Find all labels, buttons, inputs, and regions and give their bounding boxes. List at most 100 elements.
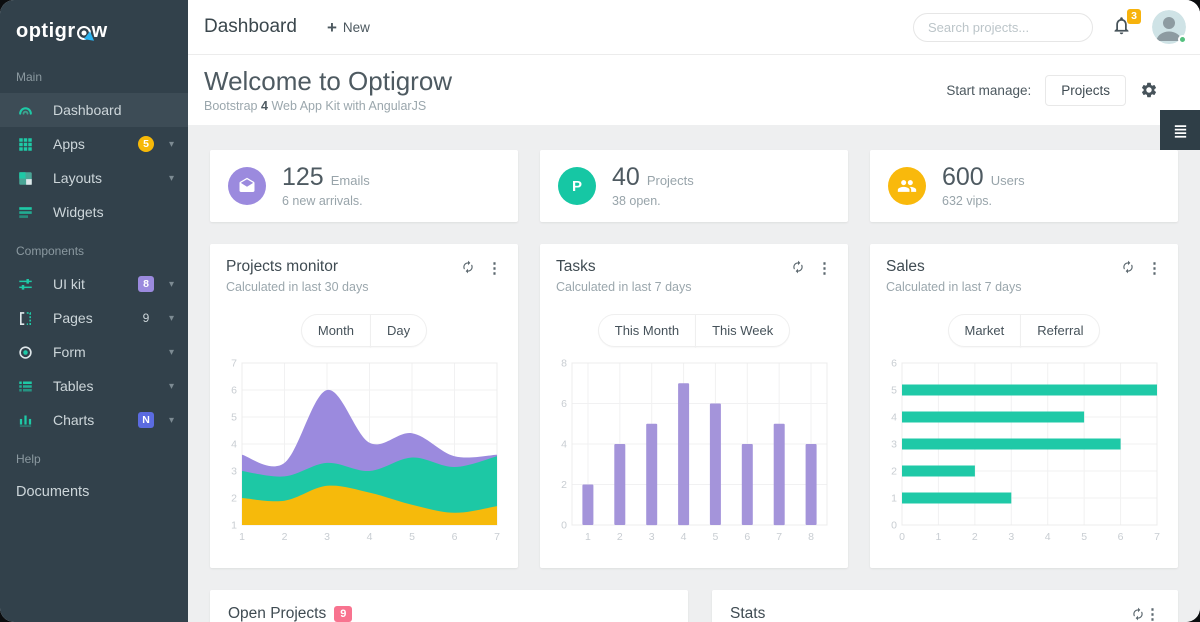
sidebar-item-dashboard[interactable]: Dashboard [0,93,188,127]
start-manage-label: Start manage: [946,82,1032,98]
chart-plot-area: 0 2 4 6 8 1 2 3 4 5 6 7 8 [556,355,832,550]
welcome-subtitle-pre: Bootstrap [204,98,258,113]
chart-toggle-group: This Month This Week [556,314,832,347]
bottom-row: Open Projects 9 Stats ⋮ [210,590,1178,622]
settings-button[interactable] [1140,81,1158,99]
sidebar-item-label: Dashboard [53,102,122,118]
toggle-month[interactable]: Month [300,314,371,347]
refresh-icon [461,260,475,277]
card-subtitle: Calculated in last 7 days [886,280,1022,294]
kebab-menu-button[interactable]: ⋮ [817,261,832,276]
toggle-referral[interactable]: Referral [1020,314,1101,347]
sidebar-section-label-components: Components [16,244,85,258]
sidebar-item-widgets[interactable]: Widgets [0,195,188,229]
svg-text:5: 5 [409,531,415,543]
sidebar-item-ui-kit[interactable]: UI kit 8 ▾ [0,267,188,301]
svg-text:6: 6 [452,531,458,543]
svg-text:7: 7 [494,531,500,543]
new-button-label: New [342,19,370,35]
main-column: Dashboard + New 3 [188,0,1200,622]
sidebar-badge-charts: N [138,412,154,428]
svg-text:8: 8 [808,531,814,543]
projects-monitor-card: Projects monitor Calculated in last 30 d… [210,244,518,568]
apps-icon [18,137,33,152]
projects-monitor-chart: 1 2 3 4 5 6 7 1 2 3 4 5 6 7 [231,358,500,544]
chevron-down-icon: ▾ [168,414,174,426]
svg-text:4: 4 [561,439,567,451]
sidebar-item-form[interactable]: Form ▾ [0,335,188,369]
svg-text:6: 6 [561,398,567,410]
svg-text:3: 3 [649,531,655,543]
svg-text:4: 4 [231,439,237,451]
toggle-day[interactable]: Day [370,314,428,347]
toggle-this-week[interactable]: This Week [695,314,791,347]
stats-menu-button[interactable]: ⋮ [1145,607,1160,622]
sidebar-item-label: Documents [16,484,90,500]
open-projects-header: Open Projects 9 [228,605,670,622]
stats-refresh-button[interactable] [1131,607,1145,621]
online-status-dot [1178,35,1187,44]
toggle-this-month[interactable]: This Month [597,314,697,347]
welcome-title-light: Welcome to [204,66,341,97]
charts-icon [18,413,33,428]
kebab-menu-button[interactable]: ⋮ [1147,261,1162,276]
svg-text:0: 0 [891,520,897,532]
svg-text:2: 2 [891,466,897,478]
card-title: Projects monitor [226,258,338,275]
sidebar: optigr w Main Dashboard Apps 5 ▾ Layouts ▾ Widge… [0,0,188,622]
toggle-market[interactable]: Market [947,314,1022,347]
manage-projects-button[interactable]: Projects [1045,74,1126,106]
stat-subtext: 6 new arrivals. [282,193,363,208]
svg-text:2: 2 [231,493,237,505]
svg-text:6: 6 [744,531,750,543]
kebab-menu-button[interactable]: ⋮ [487,261,502,276]
chart-plot-area: 1 2 3 4 5 6 7 1 2 3 4 5 6 7 [226,355,502,550]
sidebar-item-tables[interactable]: Tables ▾ [0,369,188,403]
svg-text:1: 1 [239,531,245,543]
welcome-subtitle-post: Web App Kit with AngularJS [271,98,427,113]
card-subtitle: Calculated in last 30 days [226,280,369,294]
refresh-button[interactable] [1121,260,1135,277]
tasks-chart: 0 2 4 6 8 1 2 3 4 5 6 7 8 [561,358,828,543]
svg-text:3: 3 [891,439,897,451]
welcome-section: Welcome to Optigrow Bootstrap 4 Web App … [188,55,1200,125]
sidebar-item-pages[interactable]: Pages 9 ▾ [0,301,188,335]
svg-text:8: 8 [561,358,567,370]
stat-label: Emails [330,172,370,188]
sales-card: Sales Calculated in last 7 days ⋮ Market… [870,244,1178,568]
svg-text:1: 1 [585,531,591,543]
stat-card-projects: P 40 Projects 38 open. [540,150,848,222]
svg-text:5: 5 [713,531,719,543]
refresh-button[interactable] [461,260,475,277]
stats-header: Stats ⋮ [730,605,1160,622]
stat-card-emails: 125 Emails 6 new arrivals. [210,150,518,222]
notification-count-badge: 3 [1127,9,1141,24]
stat-value: 40 [612,162,640,191]
new-button[interactable]: + New [321,18,376,37]
svg-text:5: 5 [891,385,897,397]
pages-icon [18,311,33,326]
sidebar-item-charts[interactable]: Charts N ▾ [0,403,188,437]
sidebar-item-layouts[interactable]: Layouts ▾ [0,161,188,195]
sidebar-item-documents[interactable]: Documents [0,475,188,509]
chevron-down-icon: ▾ [168,138,174,150]
notifications-button[interactable]: 3 [1111,9,1141,39]
letter-p-icon: P [558,167,596,205]
welcome-subtitle-version: 4 [261,98,268,113]
svg-text:7: 7 [231,358,237,370]
svg-text:1: 1 [231,520,237,532]
sidebar-item-apps[interactable]: Apps 5 ▾ [0,127,188,161]
stat-label: Users [990,172,1025,188]
card-title: Tasks [556,258,596,275]
welcome-actions: Start manage: Projects [946,74,1184,106]
gear-icon [1141,82,1157,98]
svg-text:3: 3 [324,531,330,543]
chevron-down-icon: ▾ [168,346,174,358]
chart-plot-area: 0 1 2 3 4 5 6 7 0 1 2 3 4 5 6 [886,355,1162,550]
stat-card-users: 600 Users 632 vips. [870,150,1178,222]
list-icon [1174,124,1186,138]
search-input[interactable] [913,12,1093,42]
refresh-button[interactable] [791,260,805,277]
sidebar-item-label: Layouts [53,170,103,186]
quick-list-button[interactable] [1160,110,1200,150]
